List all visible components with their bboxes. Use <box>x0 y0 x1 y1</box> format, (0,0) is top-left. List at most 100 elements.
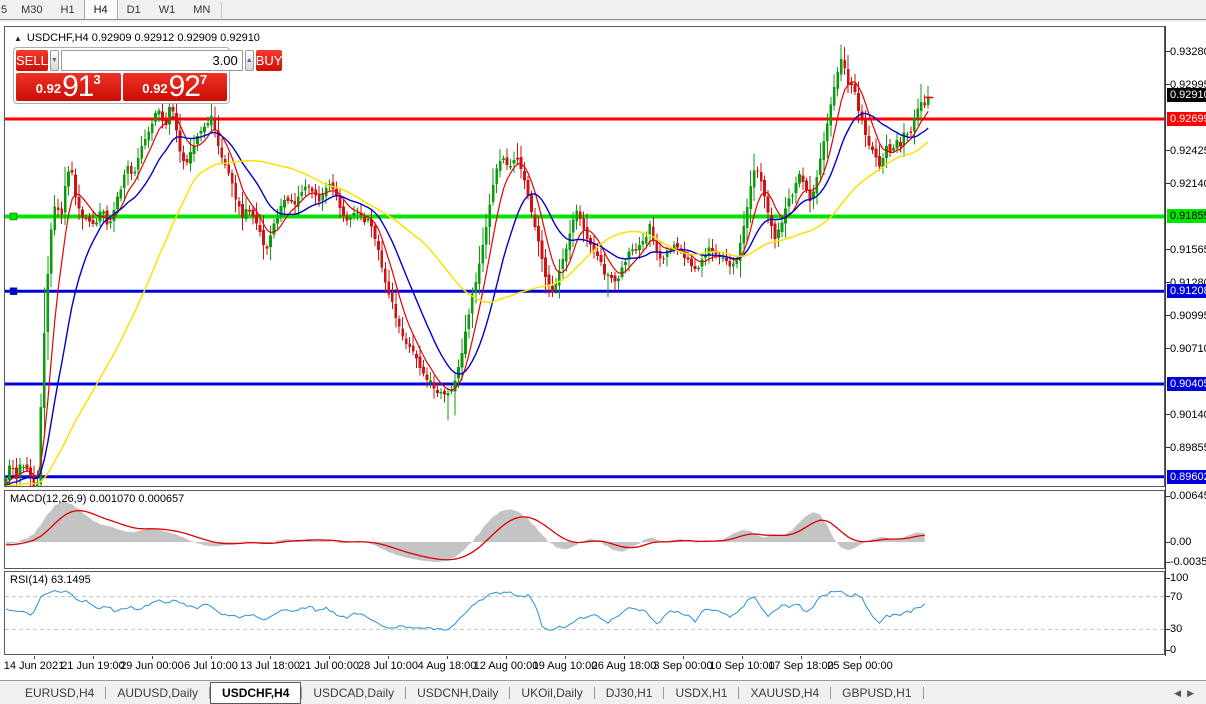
time-axis-label: 13 Jul 18:00 <box>240 660 300 672</box>
timeframe-toolbar: 5M30H1H4D1W1MN <box>0 0 1206 20</box>
macd-indicator-panel[interactable]: MACD(12,26,9) 0.001070 0.000657 <box>4 490 1165 569</box>
time-axis-tick-mark <box>93 656 94 659</box>
time-axis-label: 14 Jun 2021 <box>4 660 65 672</box>
price-axis-tick: 0.91565 <box>1170 244 1206 256</box>
volume-input[interactable] <box>61 50 243 71</box>
price-axis-tick: 0.92140 <box>1170 178 1206 190</box>
timeframe-button-m30[interactable]: M30 <box>12 0 51 19</box>
price-axis-tick: 0.00 <box>1170 536 1191 548</box>
buy-button[interactable]: BUY <box>256 50 283 71</box>
quote-header: ▲ USDCHF,H4 0.92909 0.92912 0.92909 0.92… <box>14 32 230 44</box>
time-axis-label: 25 Sep 00:00 <box>827 660 892 672</box>
time-axis-tick-mark <box>683 656 684 659</box>
time-axis-label: 29 Jun 00:00 <box>120 660 184 672</box>
collapse-triangle-icon[interactable]: ▲ <box>14 34 22 43</box>
rsi-indicator-panel[interactable]: RSI(14) 63.1495 <box>4 571 1165 655</box>
bid-prefix: 0.92 <box>36 78 61 100</box>
tab-scroll-arrows[interactable]: ◀▶ <box>1174 688 1200 699</box>
timeframe-button-h4[interactable]: H4 <box>84 0 118 19</box>
timeframe-button-h1[interactable]: H1 <box>52 0 84 19</box>
price-axis-tick: 0 <box>1170 644 1176 656</box>
chart-tab-gbpusd-h1[interactable]: GBPUSD,H1 <box>831 683 922 703</box>
main-chart-panel[interactable]: ▲ USDCHF,H4 0.92909 0.92912 0.92909 0.92… <box>4 26 1165 487</box>
chart-tab-usdcnh-daily[interactable]: USDCNH,Daily <box>406 683 509 703</box>
price-badge: 0.92910 <box>1167 88 1206 102</box>
time-axis-label: 21 Jun 19:00 <box>61 660 125 672</box>
volume-increase-button[interactable]: ▲ <box>245 50 254 71</box>
chart-tab-dj30-h1[interactable]: DJ30,H1 <box>595 683 664 703</box>
time-axis-label: 19 Aug 10:00 <box>533 660 598 672</box>
price-axis-tick: -0.003507 <box>1170 556 1206 568</box>
chart-tab-ukoil-daily[interactable]: UKOil,Daily <box>510 683 593 703</box>
price-axis-tick: 0.92425 <box>1170 145 1206 157</box>
timeframe-button-d1[interactable]: D1 <box>118 0 150 19</box>
ask-prefix: 0.92 <box>142 78 167 100</box>
trading-terminal-window: 5M30H1H4D1W1MN ▲ USDCHF,H4 0.92909 0.929… <box>0 0 1206 704</box>
timeframe-button-mn[interactable]: MN <box>184 0 219 19</box>
rsi-chart <box>5 572 1164 654</box>
time-axis-tick-mark <box>211 656 212 659</box>
time-axis-tick-mark <box>860 656 861 659</box>
time-axis-tick-mark <box>506 656 507 659</box>
price-axis-tick: 0.90710 <box>1170 343 1206 355</box>
sell-button[interactable]: SELL <box>16 50 48 71</box>
price-axis-tick: 0.93280 <box>1170 46 1206 58</box>
time-axis-tick-mark <box>270 656 271 659</box>
time-axis[interactable]: 14 Jun 202121 Jun 19:0029 Jun 00:006 Jul… <box>4 656 1165 678</box>
price-axis-tick: 0.90140 <box>1170 409 1206 421</box>
timeframe-button-w1[interactable]: W1 <box>150 0 185 19</box>
time-axis-label: 26 Aug 18:00 <box>592 660 657 672</box>
chart-tab-audusd-daily[interactable]: AUDUSD,Daily <box>106 683 209 703</box>
time-axis-tick-mark <box>565 656 566 659</box>
price-axis[interactable]: 0.932800.929950.924250.921400.915650.912… <box>1165 22 1206 680</box>
time-axis-label: 10 Sep 10:00 <box>709 660 774 672</box>
time-axis-tick-mark <box>801 656 802 659</box>
chart-tab-bar: EURUSD,H4AUDUSD,DailyUSDCHF,H4USDCAD,Dai… <box>0 680 1206 704</box>
price-axis-tick: 0.90995 <box>1170 310 1206 322</box>
time-axis-label: 6 Jul 10:00 <box>184 660 238 672</box>
chart-tab-usdchf-h4[interactable]: USDCHF,H4 <box>210 682 301 704</box>
time-axis-tick-mark <box>447 656 448 659</box>
price-badge: 0.91855 <box>1167 209 1206 223</box>
buy-price-box[interactable]: 0.92 92 7 <box>123 73 228 101</box>
chart-tab-usdcad-daily[interactable]: USDCAD,Daily <box>302 683 405 703</box>
time-axis-label: 17 Sep 18:00 <box>768 660 833 672</box>
price-badge: 0.90405 <box>1167 377 1206 391</box>
sell-price-box[interactable]: 0.92 91 3 <box>16 73 121 101</box>
price-axis-tick: 0.89855 <box>1170 442 1206 454</box>
volume-decrease-button[interactable]: ▼ <box>50 50 59 71</box>
price-badge: 0.92699 <box>1167 112 1206 126</box>
price-badge: 0.89602 <box>1167 470 1206 484</box>
ask-pip-digit: 7 <box>200 74 207 86</box>
time-axis-tick-mark <box>329 656 330 659</box>
time-axis-tick-mark <box>388 656 389 659</box>
chart-tab-xauusd-h4[interactable]: XAUUSD,H4 <box>739 683 830 703</box>
time-axis-label: 28 Jul 10:00 <box>358 660 418 672</box>
time-axis-tick-mark <box>34 656 35 659</box>
price-badge: 0.91208 <box>1167 284 1206 298</box>
time-axis-label: 21 Jul 00:00 <box>299 660 359 672</box>
time-axis-label: 3 Sep 00:00 <box>653 660 712 672</box>
price-axis-tick: 0.006451 <box>1170 490 1206 502</box>
tab-separator <box>923 687 924 699</box>
timeframe-button-5[interactable]: 5 <box>0 0 12 19</box>
rsi-label: RSI(14) 63.1495 <box>10 574 91 586</box>
macd-label: MACD(12,26,9) 0.001070 0.000657 <box>10 493 184 505</box>
one-click-body: SELL ▼ ▲ BUY 0.92 91 3 0.92 <box>13 47 230 104</box>
bid-pip-digit: 3 <box>93 74 100 86</box>
toolbar-separator <box>221 2 222 18</box>
time-axis-label: 4 Aug 18:00 <box>418 660 477 672</box>
time-axis-tick-mark <box>152 656 153 659</box>
one-click-trading-panel: ▲ USDCHF,H4 0.92909 0.92912 0.92909 0.92… <box>13 32 230 104</box>
price-axis-tick: 70 <box>1170 591 1182 603</box>
ask-big-digits: 92 <box>169 74 200 100</box>
time-axis-label: 12 Aug 00:00 <box>474 660 539 672</box>
price-axis-tick: 100 <box>1170 572 1188 584</box>
bid-big-digits: 91 <box>62 74 93 100</box>
chart-tab-eurusd-h4[interactable]: EURUSD,H4 <box>14 683 105 703</box>
price-axis-tick: 30 <box>1170 623 1182 635</box>
time-axis-tick-mark <box>742 656 743 659</box>
time-axis-tick-mark <box>624 656 625 659</box>
chart-window: ▲ USDCHF,H4 0.92909 0.92912 0.92909 0.92… <box>0 22 1206 680</box>
chart-tab-usdx-h1[interactable]: USDX,H1 <box>664 683 738 703</box>
